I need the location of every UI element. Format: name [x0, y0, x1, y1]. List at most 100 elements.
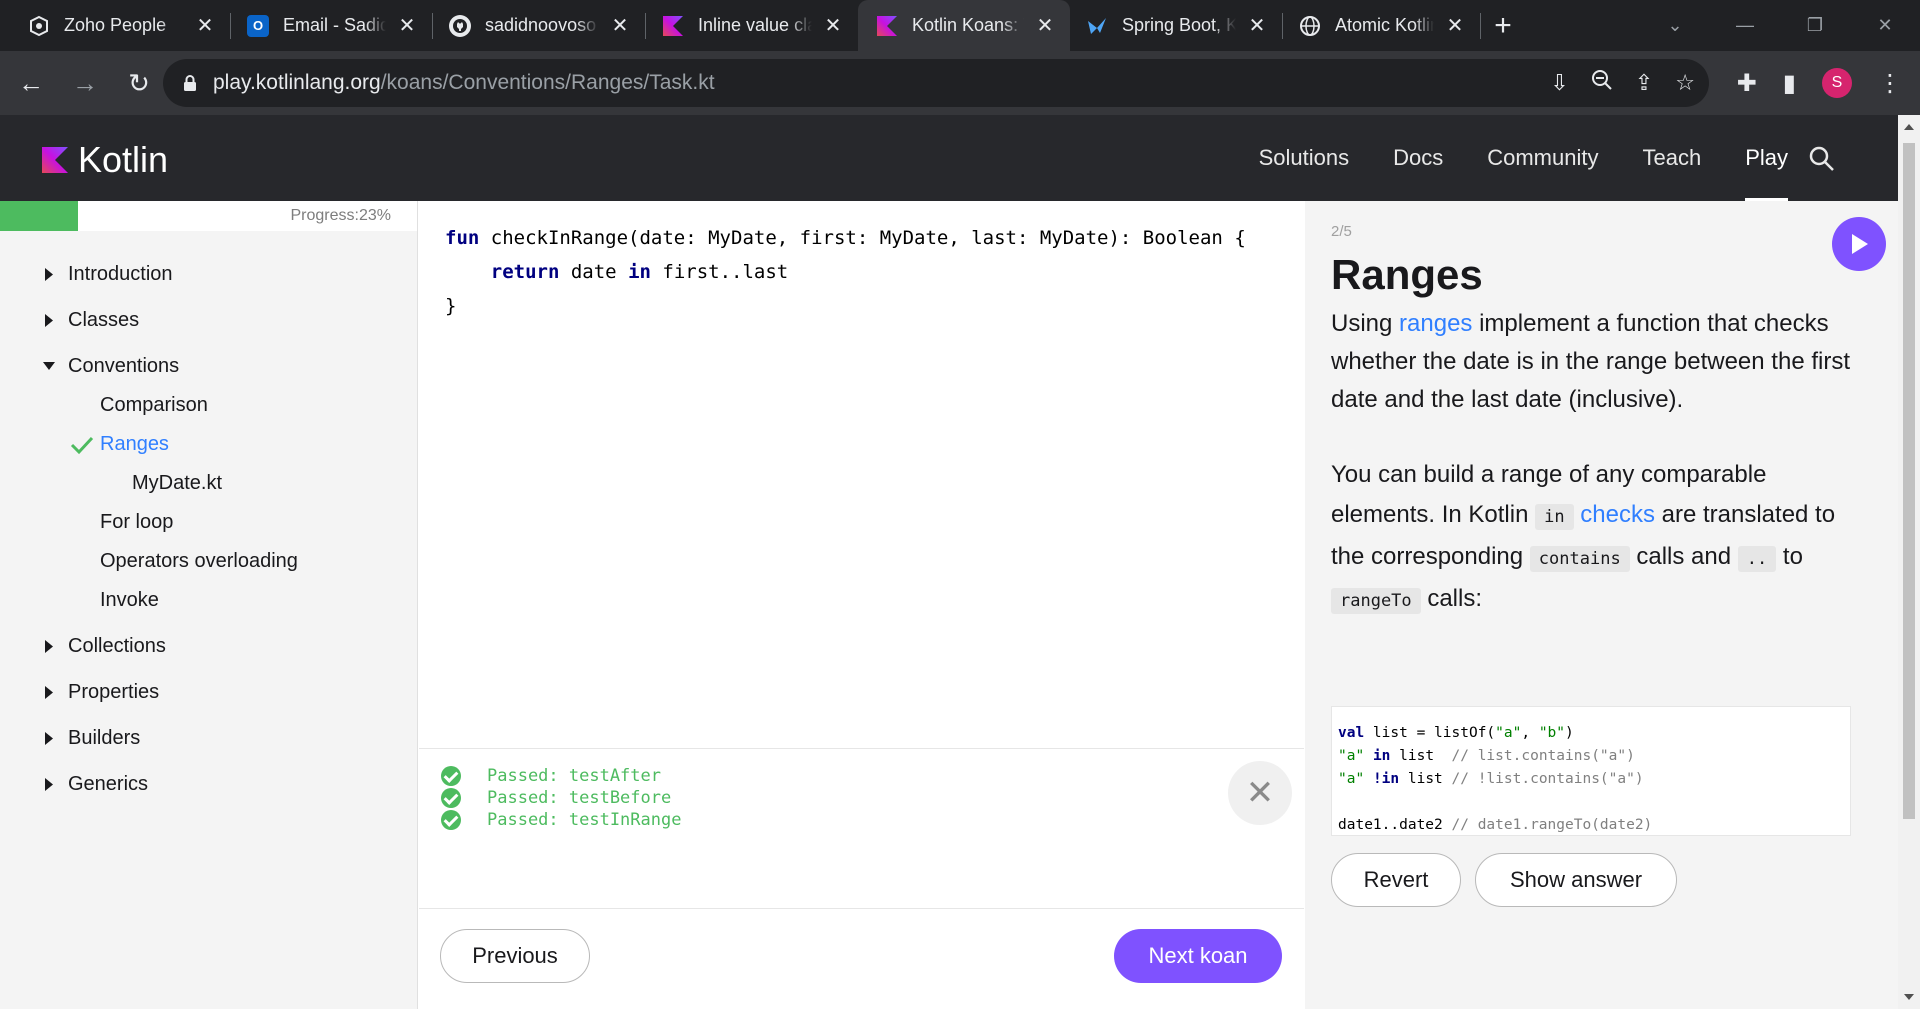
sidebar-item-invoke[interactable]: Invoke [0, 581, 417, 620]
sidebar-item-label: Comparison [100, 394, 208, 416]
close-tab-icon[interactable]: ✕ [822, 15, 844, 37]
install-app-icon[interactable]: ⇩ [1550, 70, 1568, 96]
bookmark-star-icon[interactable]: ☆ [1675, 70, 1695, 96]
browser-tab[interactable]: Inline value cla ✕ [646, 0, 858, 51]
check-icon [70, 436, 94, 455]
spring-icon [1086, 15, 1108, 37]
reload-icon[interactable]: ↻ [116, 60, 162, 106]
sidebar-item-comparison[interactable]: Comparison [0, 386, 417, 425]
browser-tab-strip: Zoho People ✕ O Email - Sadid S ✕ sadidn… [0, 0, 1920, 51]
caret-right-icon[interactable] [42, 765, 56, 804]
koans-sidebar: Progress:23% Introduction Classes Conventi… [0, 201, 418, 1009]
kotlin-logo[interactable]: Kotlin [42, 139, 168, 181]
search-icon[interactable] [1808, 145, 1836, 173]
progress-label: Progress:23% [290, 207, 392, 224]
globe-icon [1299, 15, 1321, 37]
show-answer-button[interactable]: Show answer [1475, 853, 1677, 907]
page-scrollbar[interactable] [1898, 115, 1920, 1009]
previous-button[interactable]: Previous [440, 929, 590, 983]
close-tab-icon[interactable]: ✕ [609, 15, 631, 37]
progress-fill [0, 201, 79, 231]
task-title: Ranges [1331, 251, 1483, 298]
sidebar-item-collections[interactable]: Collections [0, 627, 417, 666]
nav-community[interactable]: Community [1487, 115, 1598, 201]
sidebar-item-label: Introduction [68, 263, 173, 285]
sidebar-item-classes[interactable]: Classes [0, 301, 417, 340]
scrollbar-thumb[interactable] [1903, 143, 1915, 819]
snippet-line: date1..date2 // date1.rangeTo(date2) [1338, 817, 1653, 833]
sidebar-item-label: MyDate.kt [132, 472, 223, 494]
code-editor[interactable]: fun checkInRange(date: MyDate, first: My… [419, 201, 1304, 749]
browser-toolbar: ← → ↻ play.kotlinlang.org/koans/Conventi… [0, 51, 1920, 115]
profile-avatar[interactable]: S [1822, 68, 1852, 98]
close-tab-icon[interactable]: ✕ [1246, 15, 1268, 37]
extensions-icon[interactable]: ✚ [1737, 69, 1757, 98]
browser-tab[interactable]: sadidnoovoso ✕ [433, 0, 645, 51]
koan-counter: 2/5 [1331, 223, 1352, 240]
browser-tab[interactable]: Spring Boot, K ✕ [1070, 0, 1282, 51]
scroll-up-icon[interactable] [1904, 124, 1914, 130]
check-circle-icon [441, 810, 461, 830]
sidebar-item-builders[interactable]: Builders [0, 719, 417, 758]
caret-right-icon[interactable] [42, 673, 56, 712]
code-content[interactable]: fun checkInRange(date: MyDate, first: My… [445, 221, 1246, 323]
browser-tab[interactable]: O Email - Sadid S ✕ [231, 0, 432, 51]
task-paragraph-1: Using ranges implement a function that c… [1331, 310, 1850, 413]
sidebar-item-ranges[interactable]: Ranges [0, 425, 417, 464]
restore-icon[interactable]: ❐ [1780, 15, 1850, 36]
nav-play[interactable]: Play [1745, 115, 1788, 201]
next-koan-button[interactable]: Next koan [1114, 929, 1282, 983]
caret-right-icon[interactable] [42, 255, 56, 294]
checks-link[interactable]: checks [1580, 501, 1655, 528]
koan-navigation: Previous Next koan [419, 909, 1304, 1009]
side-panel-icon[interactable]: ▮ [1783, 69, 1796, 98]
scroll-down-icon[interactable] [1904, 994, 1914, 1000]
forward-icon[interactable]: → [62, 60, 108, 106]
nav-solutions[interactable]: Solutions [1259, 115, 1350, 201]
browser-tab[interactable]: Zoho People ✕ [0, 0, 230, 51]
sidebar-item-label: For loop [100, 511, 174, 533]
sidebar-item-conventions[interactable]: Conventions [0, 347, 417, 386]
zoho-icon [28, 15, 50, 37]
kotlin-icon [662, 15, 684, 37]
site-header: Kotlin Solutions Docs Community Teach Pl… [0, 115, 1898, 201]
close-tab-icon[interactable]: ✕ [1034, 15, 1056, 37]
run-button[interactable] [1832, 217, 1886, 271]
revert-button[interactable]: Revert [1331, 853, 1461, 907]
close-tab-icon[interactable]: ✕ [396, 15, 418, 37]
menu-icon[interactable]: ⋮ [1878, 69, 1902, 98]
sidebar-item-properties[interactable]: Properties [0, 673, 417, 712]
sidebar-item-introduction[interactable]: Introduction [0, 255, 417, 294]
nav-docs[interactable]: Docs [1393, 115, 1443, 201]
sidebar-item-for-loop[interactable]: For loop [0, 503, 417, 542]
close-tab-icon[interactable]: ✕ [1444, 15, 1466, 37]
zoom-out-icon[interactable] [1591, 69, 1613, 97]
browser-tab-active[interactable]: Kotlin Koans: T ✕ [858, 0, 1070, 51]
lock-icon[interactable] [183, 75, 197, 91]
sidebar-item-generics[interactable]: Generics [0, 765, 417, 804]
play-icon [1852, 234, 1868, 254]
ranges-link[interactable]: ranges [1399, 310, 1472, 337]
caret-right-icon[interactable] [42, 301, 56, 340]
sidebar-item-mydate-kt[interactable]: MyDate.kt [0, 464, 417, 503]
tab-search-icon[interactable]: ⌄ [1640, 15, 1710, 36]
task-paragraph-2: You can build a range of any comparable … [1331, 461, 1836, 614]
new-tab-button[interactable]: + [1481, 0, 1525, 51]
snippet-line: "a" in list // list.contains("a") [1338, 748, 1635, 764]
address-bar[interactable]: play.kotlinlang.org/koans/Conventions/Ra… [163, 59, 1709, 107]
browser-tab[interactable]: Atomic Kotlin ✕ [1283, 0, 1480, 51]
back-icon[interactable]: ← [8, 60, 54, 106]
code-line: return date in first..last [490, 261, 789, 283]
caret-down-icon[interactable] [42, 347, 56, 386]
minimize-icon[interactable]: — [1710, 15, 1780, 36]
kotlin-icon [876, 15, 898, 37]
koans-tree: Introduction Classes Conventions Comparison… [0, 231, 417, 804]
nav-teach[interactable]: Teach [1642, 115, 1701, 201]
sidebar-item-operators-overloading[interactable]: Operators overloading [0, 542, 417, 581]
close-tab-icon[interactable]: ✕ [194, 15, 216, 37]
share-icon[interactable]: ⇪ [1635, 70, 1653, 96]
caret-right-icon[interactable] [42, 627, 56, 666]
close-results-icon[interactable]: ✕ [1228, 761, 1292, 825]
caret-right-icon[interactable] [42, 719, 56, 758]
close-window-icon[interactable]: ✕ [1850, 15, 1920, 36]
